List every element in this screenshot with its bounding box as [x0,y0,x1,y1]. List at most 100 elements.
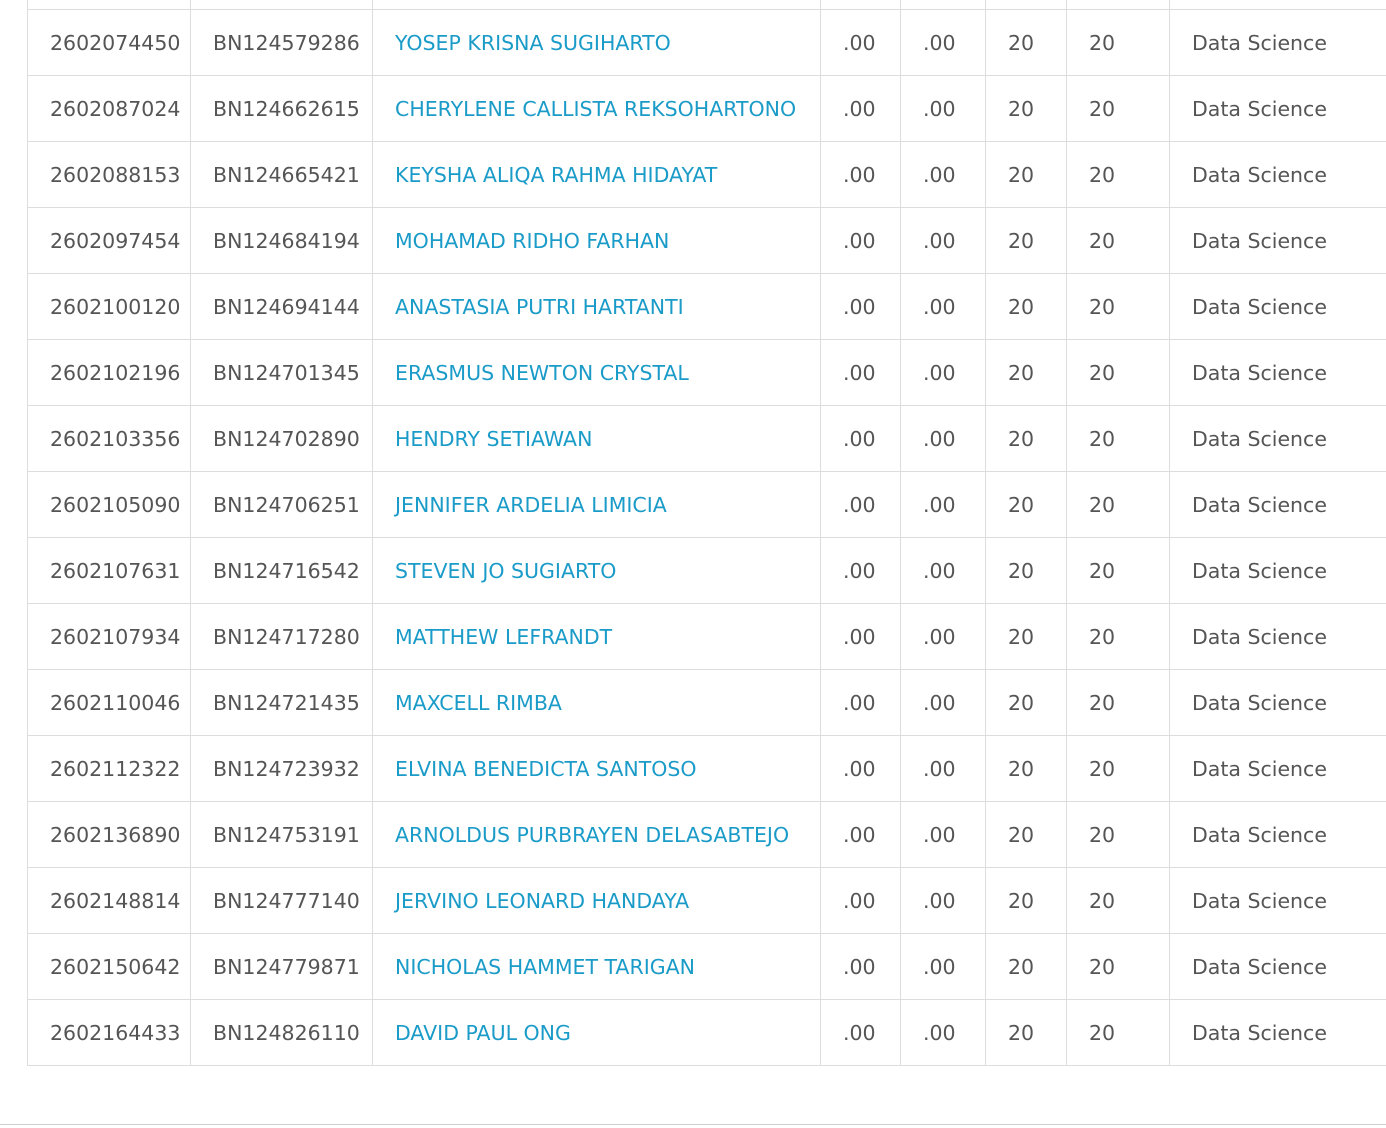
cell-student-name: DAVID PAUL ONG [372,999,821,1066]
cell-score-1: .00 [820,867,901,934]
cell-registration-id: BN124579286 [190,9,373,76]
cell-score-1: .00 [820,603,901,670]
cell-score-2: .00 [900,405,986,472]
cell-program: Data Science [1169,999,1386,1066]
student-name-link[interactable]: ELVINA BENEDICTA SANTOSO [395,757,697,781]
cell-student-number: 2602102196 [27,339,191,406]
cell-score-1: .00 [820,537,901,604]
cell-score-1: .00 [820,735,901,802]
cell-registration-id: BN124717280 [190,603,373,670]
cell-score-1: .00 [820,9,901,76]
student-name-link[interactable]: MOHAMAD RIDHO FARHAN [395,229,669,253]
table-row: 2602150642 BN124779871 NICHOLAS HAMMET TAR… [27,933,1386,1000]
table-row: 2602087024 BN124662615 CHERYLENE CALLISTA … [27,75,1386,142]
table-row: 2602102196 BN124701345 ERASMUS NEWTON CRYS… [27,339,1386,406]
table-row: 2602148814 BN124777140 JERVINO LEONARD HAN… [27,867,1386,934]
cell-registration-id: BN124753191 [190,801,373,868]
cell-student-name: HENDRY SETIAWAN [372,405,821,472]
cell-score-4: 20 [1066,207,1170,274]
divider [0,1124,1386,1125]
cell-registration-id: BN124662615 [190,75,373,142]
cell-registration-id: BN124723932 [190,735,373,802]
cell-registration-id: BN124684194 [190,207,373,274]
cell-score-4: 20 [1066,405,1170,472]
cell-student-number: 2602074450 [27,9,191,76]
cell-score-1: .00 [820,141,901,208]
table-body: 2602074450 BN124579286 YOSEP KRISNA SUGIHA… [27,0,1386,1066]
cell-student-name: YOSEP KRISNA SUGIHARTO [372,9,821,76]
cell-student-number: 2602088153 [27,141,191,208]
cell-program: Data Science [1169,339,1386,406]
cell-score-4: 20 [1066,999,1170,1066]
cell-score-3: 20 [985,867,1067,934]
student-name-link[interactable]: CHERYLENE CALLISTA REKSOHARTONO [395,97,796,121]
cell-registration-id [190,0,373,10]
cell-score-2: .00 [900,999,986,1066]
cell-program: Data Science [1169,471,1386,538]
cell-registration-id: BN124777140 [190,867,373,934]
cell-registration-id: BN124702890 [190,405,373,472]
cell-registration-id: BN124694144 [190,273,373,340]
cell-score-2: .00 [900,933,986,1000]
cell-program: Data Science [1169,669,1386,736]
cell-program: Data Science [1169,9,1386,76]
table-row: 2602088153 BN124665421 KEYSHA ALIQA RAHMA … [27,141,1386,208]
cell-program [1169,0,1386,10]
cell-score-3: 20 [985,75,1067,142]
student-table-container: 2602074450 BN124579286 YOSEP KRISNA SUGIHA… [27,0,1386,1066]
cell-score-4: 20 [1066,669,1170,736]
cell-student-number: 2602110046 [27,669,191,736]
cell-program: Data Science [1169,207,1386,274]
student-name-link[interactable]: DAVID PAUL ONG [395,1021,571,1045]
student-name-link[interactable]: ERASMUS NEWTON CRYSTAL [395,361,689,385]
student-name-link[interactable]: MAXCELL RIMBA [395,691,562,715]
cell-score-4: 20 [1066,537,1170,604]
cell-student-number: 2602097454 [27,207,191,274]
cell-score-2: .00 [900,669,986,736]
cell-student-name: MAXCELL RIMBA [372,669,821,736]
cell-score-3: 20 [985,273,1067,340]
cell-student-name: NICHOLAS HAMMET TARIGAN [372,933,821,1000]
cell-student-number: 2602107934 [27,603,191,670]
cell-score-4: 20 [1066,933,1170,1000]
cell-registration-id: BN124706251 [190,471,373,538]
cell-score-2: .00 [900,801,986,868]
cell-score-3: 20 [985,471,1067,538]
cell-score-3: 20 [985,933,1067,1000]
cell-score-1: .00 [820,339,901,406]
cell-program: Data Science [1169,273,1386,340]
student-name-link[interactable]: ANASTASIA PUTRI HARTANTI [395,295,684,319]
cell-score-3: 20 [985,999,1067,1066]
cell-student-name [372,0,821,10]
table-row: 2602097454 BN124684194 MOHAMAD RIDHO FARHA… [27,207,1386,274]
cell-student-name: ANASTASIA PUTRI HARTANTI [372,273,821,340]
cell-program: Data Science [1169,75,1386,142]
cell-score-2: .00 [900,603,986,670]
cell-registration-id: BN124716542 [190,537,373,604]
cell-registration-id: BN124665421 [190,141,373,208]
cell-student-name: JERVINO LEONARD HANDAYA [372,867,821,934]
table-row: 2602112322 BN124723932 ELVINA BENEDICTA SA… [27,735,1386,802]
cell-score-2: .00 [900,273,986,340]
student-name-link[interactable]: KEYSHA ALIQA RAHMA HIDAYAT [395,163,717,187]
cell-score-4: 20 [1066,141,1170,208]
table-row: 2602136890 BN124753191 ARNOLDUS PURBRAYEN … [27,801,1386,868]
student-name-link[interactable]: JENNIFER ARDELIA LIMICIA [395,493,667,517]
cell-score-2: .00 [900,207,986,274]
student-name-link[interactable]: JERVINO LEONARD HANDAYA [395,889,689,913]
cell-student-name: KEYSHA ALIQA RAHMA HIDAYAT [372,141,821,208]
cell-score-2: .00 [900,141,986,208]
cell-score-4: 20 [1066,75,1170,142]
cell-score-4: 20 [1066,9,1170,76]
student-name-link[interactable]: STEVEN JO SUGIARTO [395,559,616,583]
student-name-link[interactable]: HENDRY SETIAWAN [395,427,592,451]
cell-score-4: 20 [1066,471,1170,538]
table-row: 2602105090 BN124706251 JENNIFER ARDELIA LI… [27,471,1386,538]
cell-program: Data Science [1169,801,1386,868]
student-name-link[interactable]: ARNOLDUS PURBRAYEN DELASABTEJO [395,823,789,847]
cell-registration-id: BN124721435 [190,669,373,736]
student-name-link[interactable]: NICHOLAS HAMMET TARIGAN [395,955,695,979]
cell-student-name: MOHAMAD RIDHO FARHAN [372,207,821,274]
student-name-link[interactable]: MATTHEW LEFRANDT [395,625,612,649]
student-name-link[interactable]: YOSEP KRISNA SUGIHARTO [395,31,671,55]
